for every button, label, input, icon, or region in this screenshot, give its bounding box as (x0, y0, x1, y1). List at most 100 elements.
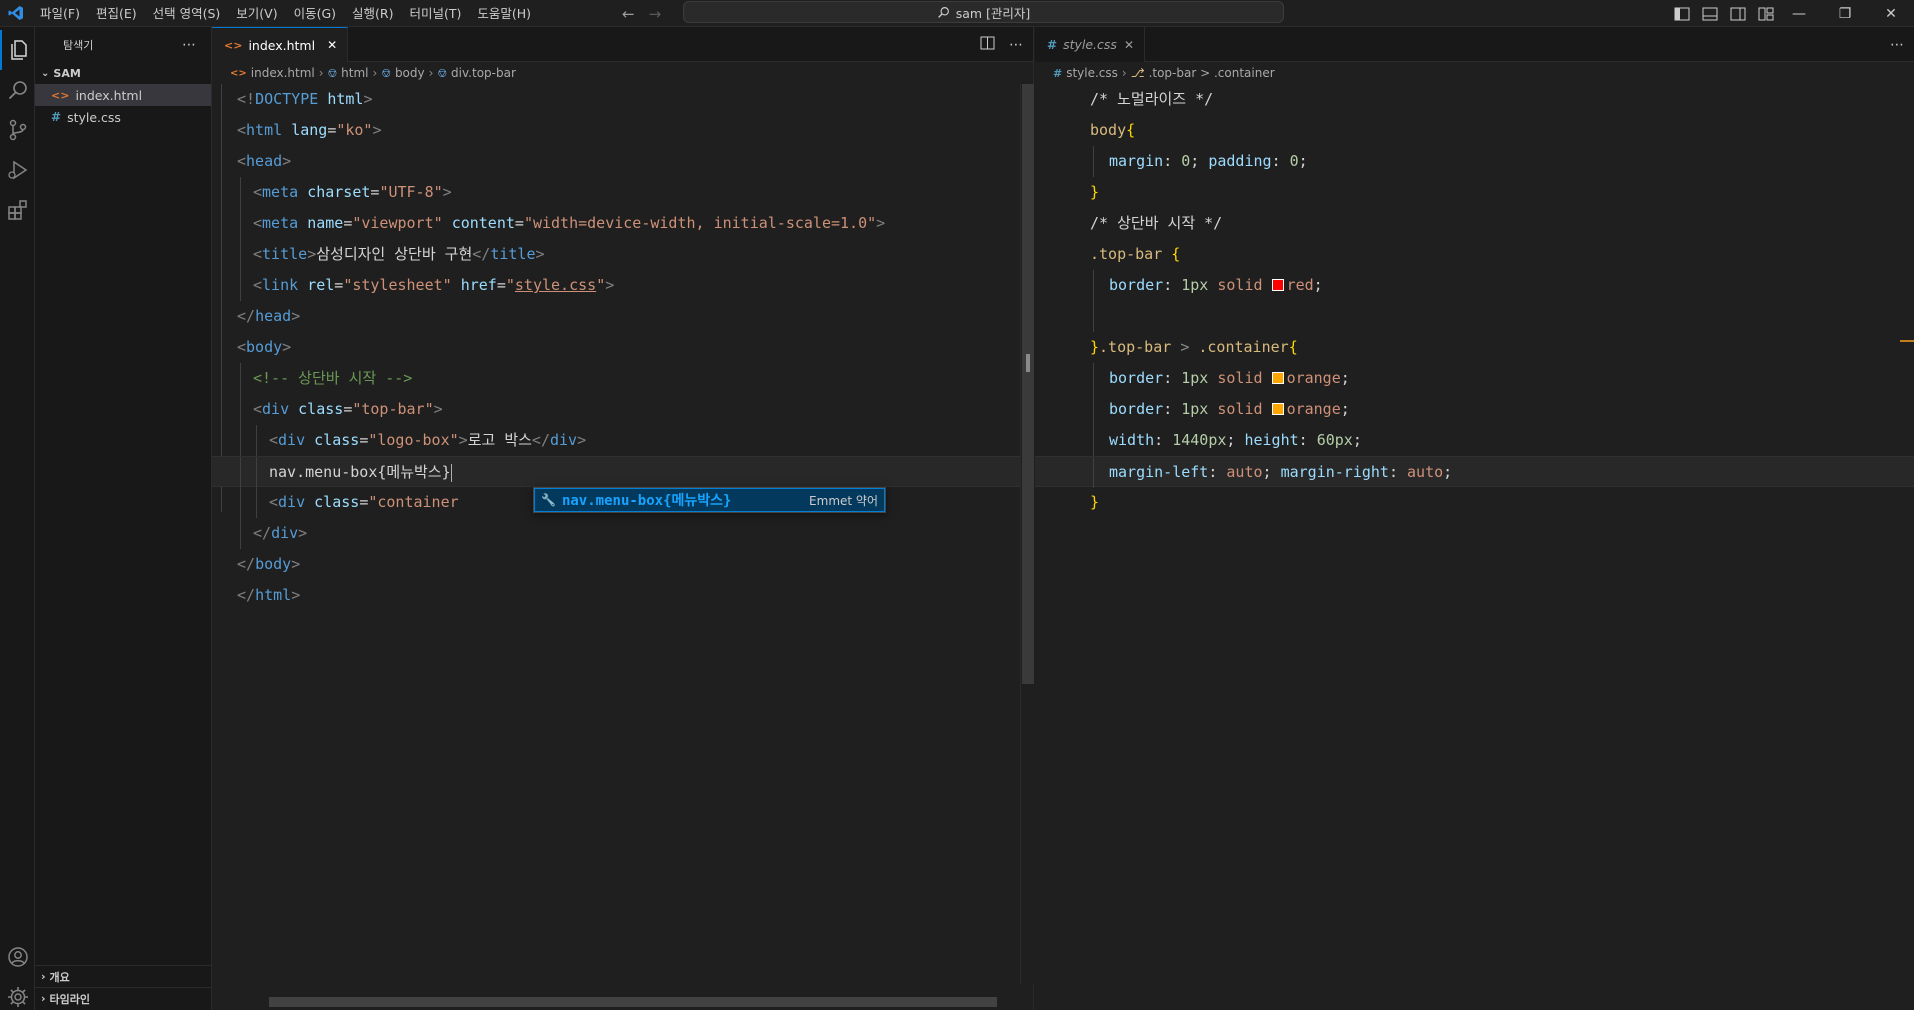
color-swatch-orange[interactable] (1271, 372, 1284, 384)
tab-label: index.html (248, 37, 316, 53)
sidebar-title: 탐색기 (63, 38, 94, 52)
editor-actions: ⋯ (980, 27, 1023, 62)
split-editor-icon[interactable] (980, 36, 995, 54)
extensions-icon[interactable] (0, 190, 35, 230)
tab-bar: # style.css ✕ ⋯ (1035, 27, 1914, 62)
timeline-label: 타임라인 (49, 992, 91, 1006)
color-swatch-red[interactable] (1271, 279, 1284, 291)
chevron-right-icon: › (428, 66, 434, 80)
file-item-style-css[interactable]: # style.css (35, 106, 211, 128)
more-actions-icon[interactable]: ⋯ (1009, 37, 1023, 53)
menu-file[interactable]: 파일(F) (32, 0, 88, 27)
code-line: border: 1px solid orange; (1035, 394, 1914, 425)
code-line: <!DOCTYPE html> (237, 90, 373, 108)
activity-bar (0, 27, 35, 1010)
code-line: <body> (237, 338, 292, 356)
code-editor-css[interactable]: /* 노멀라이즈 */ body{ margin: 0; padding: 0;… (1035, 84, 1914, 984)
menu-run[interactable]: 실행(R) (344, 0, 401, 27)
code-line: <html lang="ko"> (237, 121, 382, 139)
vertical-scrollbar[interactable] (1020, 84, 1034, 984)
breadcrumb-item[interactable]: .top-bar > .container (1149, 66, 1275, 80)
search-view-icon[interactable] (0, 70, 35, 110)
menu-terminal[interactable]: 터미널(T) (402, 0, 470, 27)
code-line: </html> (237, 586, 301, 604)
breadcrumb-item[interactable]: style.css (1066, 66, 1118, 80)
code-line-current: margin-left: auto; margin-right: auto; (1035, 456, 1914, 488)
suggestion-label: nav.menu-box{메뉴박스} (561, 493, 732, 509)
toggle-secondary-sidebar-icon[interactable] (1730, 7, 1748, 21)
code-line: body{ (1090, 121, 1136, 139)
code-line: /* 노멀라이즈 */ (1090, 90, 1214, 108)
chevron-right-icon: › (1121, 66, 1127, 80)
element-icon: ⎊ (381, 65, 391, 80)
close-window-icon[interactable]: ✕ (1868, 0, 1914, 27)
menu-edit[interactable]: 편집(E) (88, 0, 145, 27)
breadcrumb-item[interactable]: body (395, 66, 425, 80)
element-icon: ⎊ (437, 65, 448, 80)
customize-layout-icon[interactable] (1758, 7, 1776, 21)
chevron-down-icon: ⌄ (41, 67, 50, 79)
code-line: border: 1px solid red; (1035, 270, 1914, 301)
explorer-icon[interactable] (0, 30, 35, 70)
code-line: </body> (237, 555, 301, 573)
more-actions-icon[interactable]: ⋯ (182, 37, 197, 53)
file-name: style.css (67, 109, 121, 125)
wrench-icon: 🔧 (541, 493, 556, 507)
editor-group-left: <> index.html ✕ ⋯ <> index.html › ⎊ html… (212, 27, 1034, 1010)
css-file-icon: # (1053, 66, 1063, 80)
menu-help[interactable]: 도움말(H) (469, 0, 539, 27)
menu-go[interactable]: 이동(G) (286, 0, 344, 27)
code-line: width: 1440px; height: 60px; (1035, 425, 1914, 456)
command-center-search[interactable]: sam [관리자] (683, 1, 1284, 23)
tab-style-css[interactable]: # style.css ✕ (1035, 27, 1145, 62)
element-icon: ⎊ (327, 65, 338, 80)
chevron-right-icon: › (41, 992, 46, 1005)
toggle-panel-icon[interactable] (1702, 7, 1720, 21)
menu-selection[interactable]: 선택 영역(S) (145, 0, 229, 27)
code-line: <div class="logo-box">로고 박스</div> (212, 425, 1033, 456)
code-editor-html[interactable]: <!DOCTYPE html> <html lang="ko"> <head> … (212, 84, 1033, 984)
breadcrumb-item[interactable]: html (341, 66, 368, 80)
account-icon[interactable] (0, 937, 35, 977)
folder-name: SAM (53, 66, 81, 80)
outline-label: 개요 (49, 970, 70, 984)
tab-index-html[interactable]: <> index.html ✕ (212, 27, 349, 62)
suggestion-item[interactable]: 🔧 nav.menu-box{메뉴박스} Emmet 약어 (534, 488, 885, 512)
editor-group-right: # style.css ✕ ⋯ # style.css › ⎇ .top-bar… (1035, 27, 1914, 1010)
timeline-section[interactable]: › 타임라인 (35, 987, 212, 1009)
menu-bar: 파일(F) 편집(E) 선택 영역(S) 보기(V) 이동(G) 실행(R) 터… (32, 0, 539, 27)
explorer-sidebar: 탐색기 ⋯ ⌄ SAM <> index.html # style.css › … (35, 27, 212, 1010)
chevron-right-icon: › (41, 970, 46, 983)
overview-ruler-marker (1900, 340, 1914, 342)
code-line: .top-bar { (1090, 245, 1181, 263)
forward-arrow-icon[interactable]: → (649, 5, 662, 23)
breadcrumb-item[interactable]: index.html (251, 66, 315, 80)
minimize-icon[interactable]: — (1776, 0, 1822, 27)
folder-section[interactable]: ⌄ SAM (35, 62, 211, 84)
search-icon (937, 6, 949, 18)
close-tab-icon[interactable]: ✕ (327, 38, 337, 52)
run-debug-icon[interactable] (0, 150, 35, 190)
more-actions-icon[interactable]: ⋯ (1890, 37, 1904, 53)
menu-view[interactable]: 보기(V) (228, 0, 285, 27)
outline-section[interactable]: › 개요 (35, 965, 212, 987)
code-line: </div> (212, 518, 1033, 549)
code-line: </head> (237, 307, 301, 325)
toggle-primary-sidebar-icon[interactable] (1674, 7, 1692, 21)
back-arrow-icon[interactable]: ← (622, 5, 635, 23)
file-item-index-html[interactable]: <> index.html (35, 84, 211, 106)
vscode-logo-icon (0, 0, 32, 27)
manage-gear-icon[interactable] (0, 977, 35, 1010)
close-tab-icon[interactable]: ✕ (1124, 38, 1134, 52)
nav-arrows: ← → (622, 0, 661, 27)
code-line: <div class="top-bar"> (212, 394, 1033, 425)
color-swatch-orange[interactable] (1271, 403, 1284, 415)
restore-icon[interactable]: ❐ (1822, 0, 1868, 27)
horizontal-scrollbar[interactable] (269, 997, 997, 1007)
code-line: <!-- 상단바 시작 --> (212, 363, 1033, 394)
scrollbar-thumb[interactable] (1022, 84, 1034, 684)
css-file-icon: # (1047, 37, 1058, 52)
breadcrumb-item[interactable]: div.top-bar (451, 66, 516, 80)
tab-bar: <> index.html ✕ ⋯ (212, 27, 1033, 62)
source-control-icon[interactable] (0, 110, 35, 150)
